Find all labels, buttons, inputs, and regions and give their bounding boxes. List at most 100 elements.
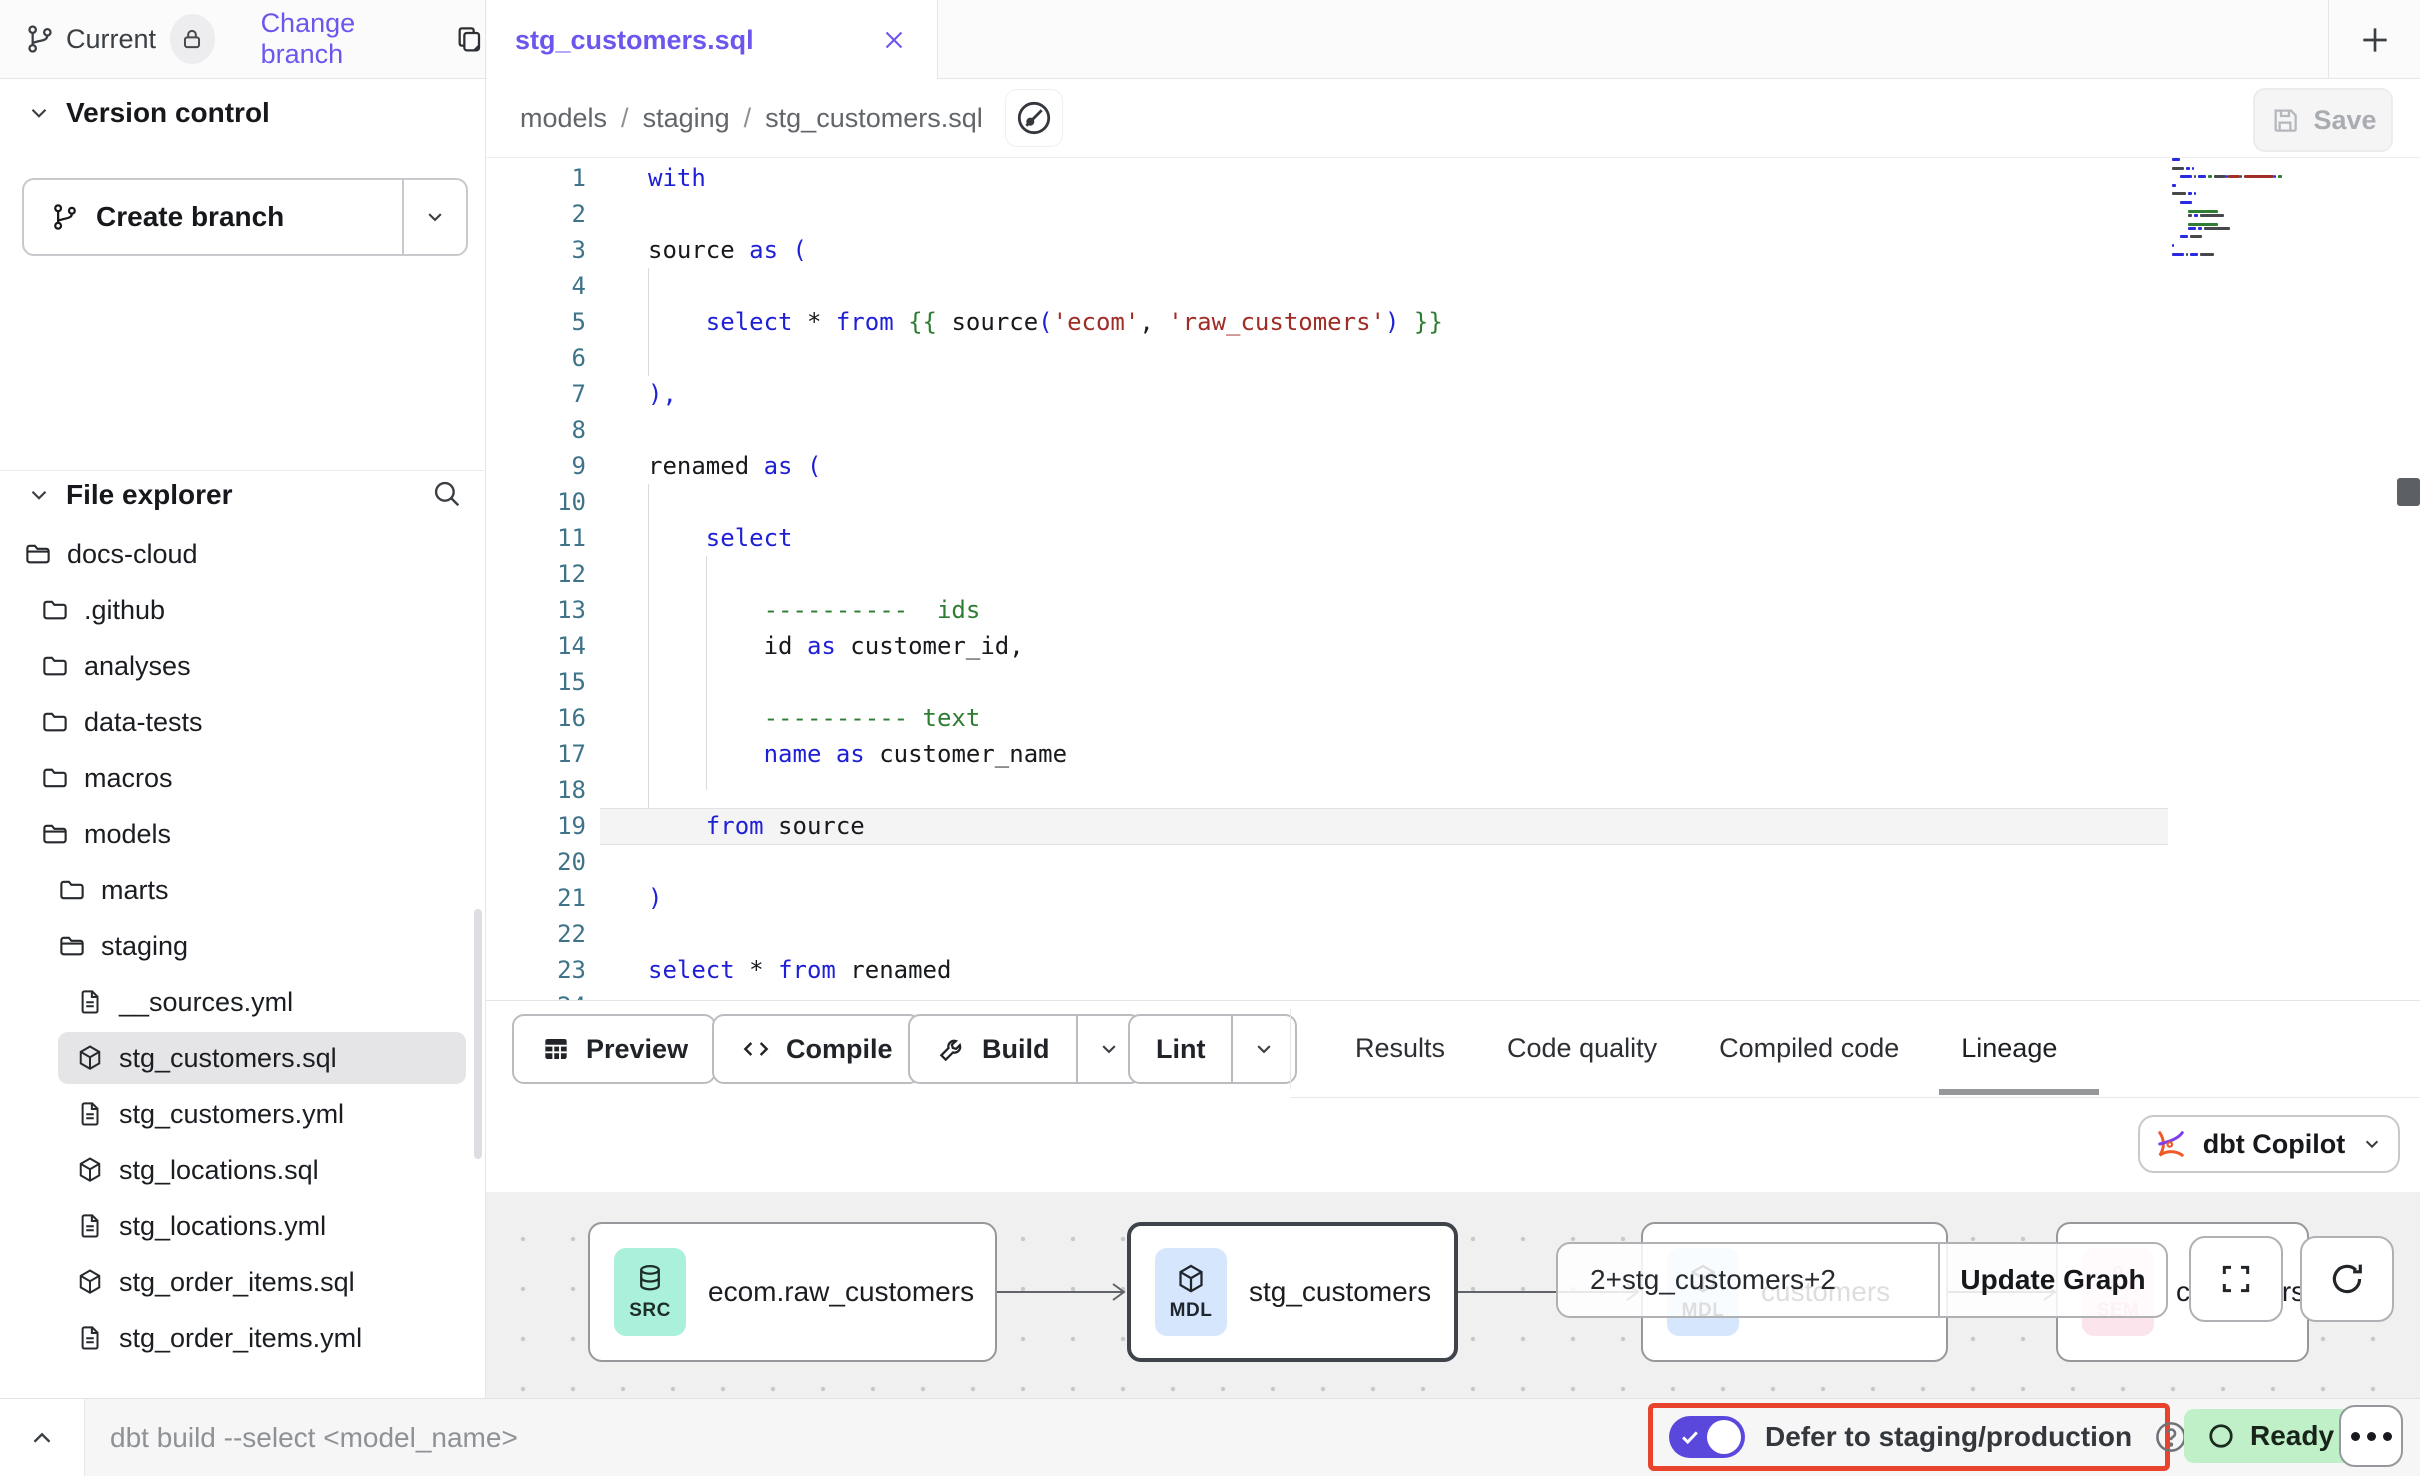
refresh-icon [2326,1258,2368,1300]
tree-file-stg-customers-yml[interactable]: stg_customers.yml [75,1086,344,1142]
compile-button[interactable]: Compile [712,1014,921,1084]
line-number: 12 [500,556,586,592]
code-line-13: ---------- ids [648,592,980,628]
tree-item-label: stg_customers.sql [119,1043,337,1074]
update-graph-button[interactable]: Update Graph [1940,1244,2166,1316]
dbt-copilot-button[interactable]: dbt Copilot [2138,1115,2400,1173]
dot [2351,1432,2360,1441]
minimap-line [2188,214,2192,217]
fullscreen-button[interactable] [2189,1236,2283,1322]
minimap-line [2190,253,2198,256]
refresh-button[interactable] [2300,1236,2394,1322]
git-branch-icon [50,202,80,232]
tree-folder-macros[interactable]: macros [40,750,173,806]
chevron-up-icon [27,1423,57,1453]
defer-toggle[interactable] [1669,1416,1745,1458]
build-button[interactable]: Build [908,1014,1142,1084]
minimap-line [2240,175,2242,178]
breadcrumb-staging[interactable]: staging [643,103,730,134]
tab-stg-customers-sql[interactable]: stg_customers.sql [487,0,938,80]
save-button[interactable]: Save [2253,88,2393,152]
tab-compiled-code[interactable]: Compiled code [1719,1025,1899,1072]
minimap-line [2188,227,2196,230]
floppy-icon [2269,104,2301,136]
minimap-line [2172,244,2174,247]
model-performance-button[interactable] [1005,89,1063,147]
lineage-node-stg-customers[interactable]: MDLstg_customers [1127,1222,1458,1362]
tree-item-label: stg_order_items.sql [119,1267,355,1298]
minimap-line [2172,167,2184,170]
tree-folder-analyses[interactable]: analyses [40,638,191,694]
minimap-line [2188,223,2218,226]
tree-folder--github[interactable]: .github [40,582,165,638]
tree-file-stg-locations-yml[interactable]: stg_locations.yml [75,1198,326,1254]
tree-file--sources-yml[interactable]: __sources.yml [75,974,293,1030]
code-editor[interactable]: 123456789101112131415161718192021222324 … [486,158,2420,1000]
close-tab-icon[interactable] [879,25,909,55]
code-line-23: select * from renamed [648,952,951,988]
tree-folder-staging[interactable]: staging [57,918,188,974]
minimap-line [2244,175,2274,178]
model-cube-icon [75,1043,105,1073]
lineage-node-ecom-raw-customers[interactable]: SRCecom.raw_customers [588,1222,997,1362]
code-line-1: with [648,160,706,196]
status-circle-icon [2206,1421,2236,1451]
tree-folder-marts[interactable]: marts [57,862,169,918]
dbt-cloud-ide: Current Change branch stg_customers.sql [0,0,2420,1476]
lineage-selector-input[interactable]: 2+stg_customers+2 [1558,1244,1938,1316]
line-number: 16 [500,700,586,736]
version-control-header[interactable]: Version control [26,97,270,129]
command-input[interactable]: dbt build --select <model_name> [110,1399,518,1476]
more-options-button[interactable] [2339,1405,2403,1467]
tree-item-label: docs-cloud [67,539,198,570]
tree-file-stg-customers-sql[interactable]: stg_customers.sql [75,1030,337,1086]
editor-minimap[interactable] [2172,158,2302,268]
tabs-bottom-border [1290,1097,2420,1098]
tab-code-quality[interactable]: Code quality [1507,1025,1657,1072]
minimap-line [2186,167,2190,170]
folder-open-icon [23,539,53,569]
tree-file-stg-order-items-sql[interactable]: stg_order_items.sql [75,1254,355,1310]
toggle-knob [1707,1420,1741,1454]
save-label: Save [2313,105,2376,136]
tree-folder-models[interactable]: models [40,806,171,862]
tab-results[interactable]: Results [1355,1025,1445,1072]
tree-file-stg-order-items-yml[interactable]: stg_order_items.yml [75,1310,362,1366]
line-number: 6 [500,340,586,376]
file-icon [75,1323,105,1353]
plus-icon [2355,20,2395,60]
new-tab-button[interactable] [2346,14,2404,66]
code-line-17: name as customer_name [648,736,1067,772]
tree-item-label: stg_order_items.yml [119,1323,362,1354]
create-branch-button[interactable]: Create branch [22,178,468,256]
result-tabs: Results Code quality Compiled code Lineage [1355,1025,2057,1072]
lint-dropdown[interactable] [1233,1016,1295,1082]
create-branch-dropdown[interactable] [404,180,466,254]
change-branch-link[interactable]: Change branch [261,8,425,70]
tree-file-stg-locations-sql[interactable]: stg_locations.sql [75,1142,319,1198]
lint-button[interactable]: Lint [1128,1014,1297,1084]
minimap-line [2274,175,2276,178]
tab-lineage[interactable]: Lineage [1961,1025,2057,1072]
line-number: 15 [500,664,586,700]
tree-item-label: stg_customers.yml [119,1099,344,1130]
file-tree-scrollbar[interactable] [474,909,482,1159]
status-ready-badge[interactable]: Ready [2184,1409,2356,1463]
tree-folder-data-tests[interactable]: data-tests [40,694,203,750]
minimap-line [2278,175,2282,178]
search-icon[interactable] [430,477,464,511]
lock-icon [179,26,205,52]
minimap-line [2204,227,2230,230]
editor-scrollbar-thumb[interactable] [2397,478,2420,506]
copy-icon[interactable] [453,23,485,55]
lineage-canvas[interactable]: SRCecom.raw_customersMDLstg_customersMDL… [486,1192,2420,1398]
minimap-line [2172,253,2184,256]
chevron-down-icon [421,203,449,231]
breadcrumb-row: models / staging / stg_customers.sql Sav… [486,79,2420,158]
breadcrumb-file: stg_customers.sql [765,103,983,134]
file-explorer-header[interactable]: File explorer [26,479,233,511]
tree-folder-docs-cloud[interactable]: docs-cloud [23,526,198,582]
breadcrumb-models[interactable]: models [520,103,607,134]
collapse-panel-button[interactable] [0,1399,85,1476]
preview-button[interactable]: Preview [512,1014,716,1084]
